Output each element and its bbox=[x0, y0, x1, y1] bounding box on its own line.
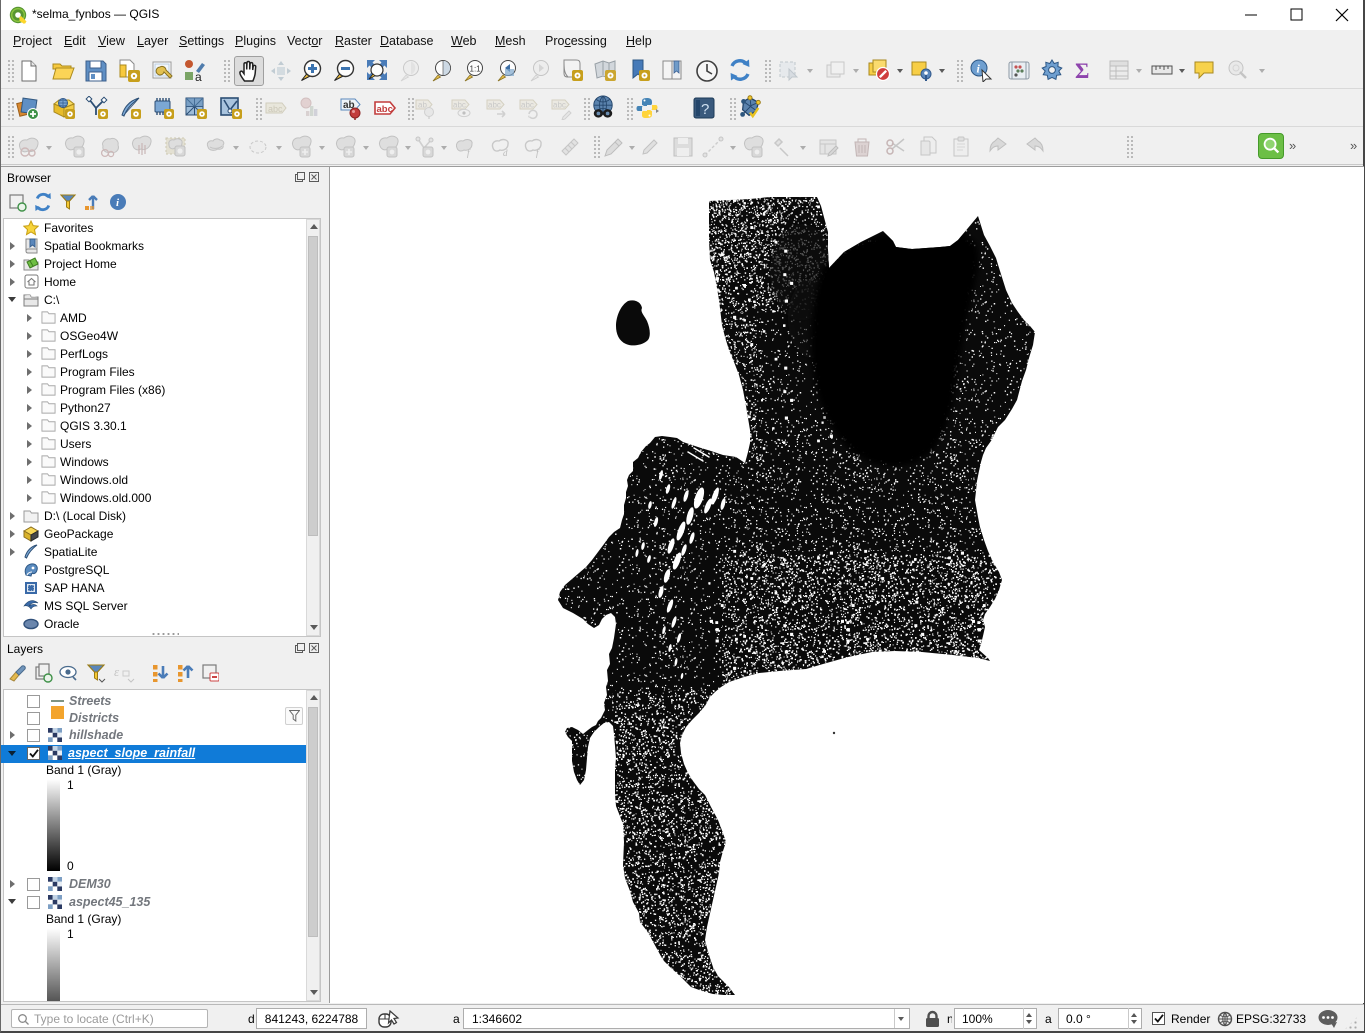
svg-text:abc: abc bbox=[377, 104, 393, 115]
svg-text:abc: abc bbox=[553, 101, 566, 110]
svg-text:?: ? bbox=[701, 101, 709, 118]
svg-text:abc: abc bbox=[488, 101, 501, 110]
svg-text:abc: abc bbox=[521, 101, 534, 110]
svg-text:d: d bbox=[503, 148, 508, 158]
svg-text:1:1: 1:1 bbox=[470, 65, 482, 74]
svg-text:a: a bbox=[195, 70, 202, 83]
svg-text:Σ: Σ bbox=[1075, 58, 1089, 82]
svg-text:f: f bbox=[536, 148, 540, 158]
svg-text:abc: abc bbox=[268, 104, 283, 114]
svg-text:abc: abc bbox=[453, 101, 466, 110]
svg-text:ε: ε bbox=[114, 664, 120, 679]
svg-text:f: f bbox=[467, 148, 471, 158]
